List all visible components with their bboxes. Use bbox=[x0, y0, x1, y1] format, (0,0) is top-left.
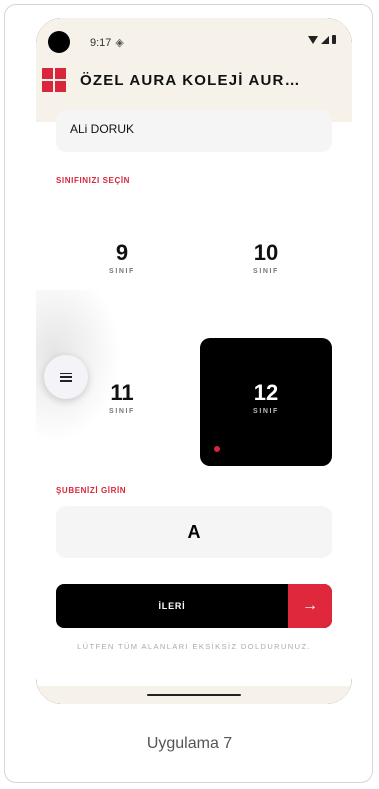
grade-option-12[interactable]: 12 SINIF bbox=[200, 338, 332, 466]
grade-option-10[interactable]: 10 SINIF bbox=[200, 202, 332, 330]
menu-fab-button[interactable] bbox=[44, 355, 88, 399]
system-nav-bar bbox=[36, 686, 352, 704]
grade-number: 10 bbox=[253, 240, 279, 265]
status-bar-time: 9:17 ◈ bbox=[90, 36, 124, 50]
wifi-icon bbox=[308, 35, 318, 44]
app-bar: 9:17 ◈ ÖZEL AURA KOLEJİ AUR… bbox=[36, 18, 352, 122]
home-indicator[interactable] bbox=[147, 694, 241, 696]
camera-cutout bbox=[48, 31, 70, 53]
grade-sub-label: SINIF bbox=[109, 408, 135, 415]
menu-icon bbox=[60, 372, 72, 382]
grade-number: 9 bbox=[115, 240, 129, 265]
grade-sub-label: SINIF bbox=[109, 268, 135, 275]
app-title: ÖZEL AURA KOLEJİ AUR… bbox=[80, 72, 301, 89]
status-icons bbox=[308, 35, 336, 44]
status-time-text: 9:17 bbox=[90, 36, 112, 49]
branch-input[interactable]: A bbox=[56, 506, 332, 558]
arrow-right-icon[interactable]: → bbox=[288, 584, 332, 628]
signal-icon bbox=[321, 35, 329, 44]
school-logo-icon bbox=[42, 68, 66, 92]
grade-number: 12 bbox=[253, 380, 279, 405]
grade-sub-label: SINIF bbox=[253, 408, 279, 415]
data-saver-icon: ◈ bbox=[115, 37, 124, 49]
branch-section-label: ŞUBENİZİ GİRİN bbox=[56, 486, 127, 495]
app-screen: 9:17 ◈ ÖZEL AURA KOLEJİ AUR… ALi DORUK S… bbox=[36, 18, 352, 704]
grade-sub-label: SINIF bbox=[253, 268, 279, 275]
battery-icon bbox=[332, 35, 336, 44]
selected-indicator-dot bbox=[214, 446, 220, 452]
next-button-label: İLERİ bbox=[158, 601, 186, 611]
screenshot-caption: Uygulama 7 bbox=[146, 735, 233, 752]
phone-frame: 9:17 ◈ ÖZEL AURA KOLEJİ AUR… ALi DORUK S… bbox=[36, 18, 352, 704]
form-hint-text: LÜTFEN TÜM ALANLARI EKSİKSİZ DOLDURUNUZ. bbox=[77, 642, 311, 651]
grade-section-label: SINIFINIZI SEÇİN bbox=[56, 176, 131, 185]
student-name-field[interactable]: ALi DORUK bbox=[56, 110, 332, 152]
next-button[interactable]: İLERİ → bbox=[56, 584, 332, 628]
